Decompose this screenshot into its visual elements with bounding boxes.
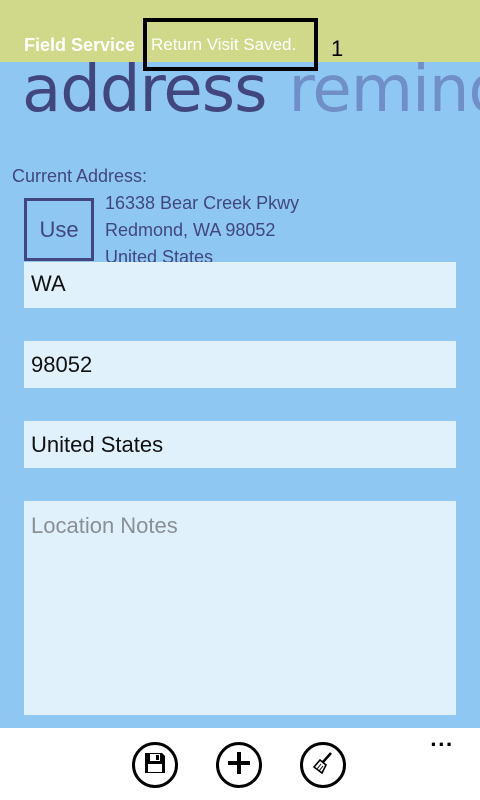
add-button[interactable] bbox=[216, 742, 262, 788]
address-line-street: 16338 Bear Creek Pkwy bbox=[105, 193, 300, 213]
pivot-item-reminders[interactable]: remind bbox=[288, 53, 480, 127]
add-icon bbox=[226, 750, 252, 780]
more-options-icon[interactable]: ... bbox=[430, 730, 454, 751]
country-field[interactable]: United States bbox=[24, 421, 456, 468]
pivot-header[interactable]: address remind bbox=[22, 50, 480, 130]
pivot-item-address[interactable]: address bbox=[22, 53, 267, 127]
state-field[interactable]: WA bbox=[24, 262, 456, 308]
location-notes-field[interactable]: Location Notes bbox=[24, 501, 456, 715]
current-address-label: Current Address: bbox=[12, 166, 148, 186]
zip-field[interactable]: 98052 bbox=[24, 341, 456, 388]
clear-icon bbox=[310, 750, 336, 780]
use-address-button[interactable]: Use bbox=[24, 198, 94, 261]
clear-button[interactable] bbox=[300, 742, 346, 788]
application-bar: ... bbox=[0, 728, 480, 800]
address-line-city: Redmond, WA 98052 bbox=[105, 220, 276, 240]
save-button[interactable] bbox=[132, 742, 178, 788]
save-icon bbox=[142, 750, 168, 780]
